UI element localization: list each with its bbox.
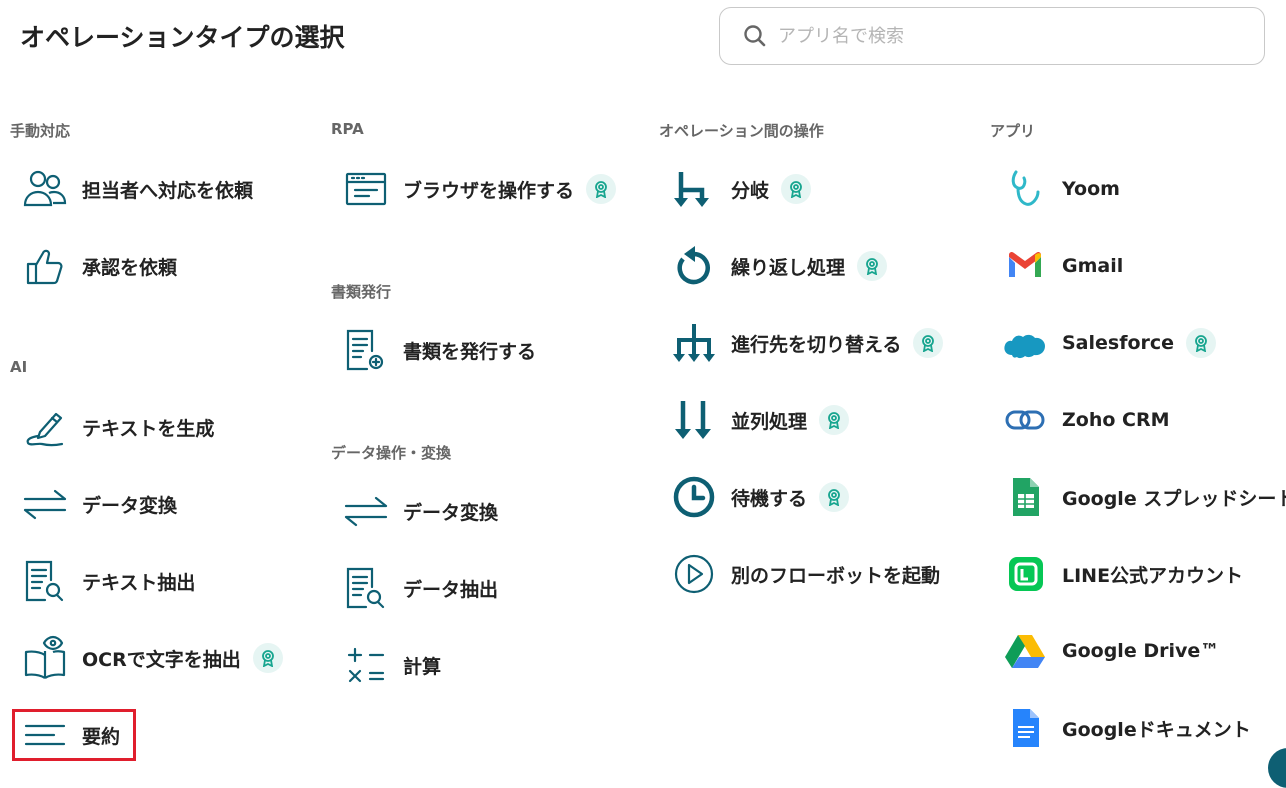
op-label: 書類を発行する — [403, 340, 537, 363]
op-data-convert[interactable]: データ変換 — [343, 485, 498, 537]
op-label: 進行先を切り替える — [731, 333, 902, 356]
calculator-icon — [343, 642, 389, 688]
app-label: LINE公式アカウント — [1062, 564, 1244, 587]
branch-icon — [671, 166, 717, 212]
app-label: Google スプレッドシート — [1062, 487, 1286, 510]
premium-badge-icon — [252, 643, 283, 673]
section-data-title: データ操作・変換 — [331, 444, 452, 462]
doc-plus-icon — [343, 327, 389, 373]
drive-logo-icon — [1002, 628, 1048, 674]
app-yoom[interactable]: Yoom — [1002, 163, 1120, 215]
premium-badge-icon — [819, 482, 850, 512]
op-label: OCRで文字を抽出 — [82, 648, 241, 671]
app-label: Salesforce — [1062, 332, 1175, 354]
search-box[interactable] — [719, 7, 1265, 65]
play-icon — [671, 551, 717, 597]
premium-badge-icon — [913, 328, 944, 358]
op-calculate[interactable]: 計算 — [343, 639, 441, 691]
op-label: 待機する — [731, 487, 808, 510]
op-request-assignee[interactable]: 担当者へ対応を依頼 — [22, 163, 253, 215]
section-ai-title: AI — [10, 358, 28, 376]
op-label: 承認を依頼 — [82, 256, 178, 279]
browser-icon — [343, 166, 389, 212]
op-data-extract[interactable]: データ抽出 — [343, 562, 498, 614]
app-google-drive[interactable]: Google Drive™ — [1002, 625, 1219, 677]
line-logo-icon — [1002, 551, 1048, 597]
op-ocr-extract[interactable]: OCRで文字を抽出 — [22, 632, 283, 684]
yoom-logo-icon — [1002, 166, 1048, 212]
search-input[interactable] — [776, 24, 1220, 48]
op-label: 繰り返し処理 — [731, 256, 846, 279]
op-label: テキストを生成 — [82, 417, 215, 440]
section-rpa-title: RPA — [331, 120, 364, 138]
thumbs-up-icon — [22, 243, 68, 289]
section-ops-title: オペレーション間の操作 — [659, 122, 824, 140]
op-label: ブラウザを操作する — [403, 179, 575, 202]
op-branch[interactable]: 分岐 — [671, 163, 812, 215]
app-label: Yoom — [1062, 178, 1120, 200]
arrows-exchange-icon — [22, 481, 68, 527]
zoho-logo-icon — [1002, 397, 1048, 443]
op-label: 担当者へ対応を依頼 — [82, 179, 254, 202]
app-line-official[interactable]: LINE公式アカウント — [1002, 548, 1243, 600]
op-issue-document[interactable]: 書類を発行する — [343, 324, 536, 376]
app-label: Googleドキュメント — [1062, 718, 1251, 741]
op-ai-data-convert[interactable]: データ変換 — [22, 478, 177, 530]
gmail-logo-icon — [1002, 243, 1048, 289]
op-label: 別のフローボットを起動 — [731, 564, 941, 587]
section-apps-title: アプリ — [990, 122, 1036, 140]
section-docs-title: 書類発行 — [331, 283, 392, 301]
switch-route-icon — [671, 320, 717, 366]
app-label: Zoho CRM — [1062, 409, 1170, 431]
doc-search-icon — [343, 565, 389, 611]
app-google-sheets[interactable]: Google スプレッドシート — [1002, 471, 1286, 523]
op-parallel[interactable]: 並列処理 — [671, 394, 850, 446]
salesforce-logo-icon — [1002, 320, 1048, 366]
op-launch-flowbot[interactable]: 別のフローボットを起動 — [671, 548, 940, 600]
op-label: 並列処理 — [731, 410, 808, 433]
app-gmail[interactable]: Gmail — [1002, 240, 1123, 292]
op-wait[interactable]: 待機する — [671, 471, 850, 523]
highlight-box — [12, 709, 136, 761]
app-label: Google Drive™ — [1062, 640, 1220, 662]
op-browser-operation[interactable]: ブラウザを操作する — [343, 163, 617, 215]
op-label: データ抽出 — [403, 578, 499, 601]
doc-search-icon — [22, 558, 68, 604]
op-loop[interactable]: 繰り返し処理 — [671, 240, 888, 292]
arrows-exchange-icon — [343, 488, 389, 534]
premium-badge-icon — [819, 405, 850, 435]
app-salesforce[interactable]: Salesforce — [1002, 317, 1217, 369]
app-google-docs[interactable]: Googleドキュメント — [1002, 702, 1251, 754]
app-label: Gmail — [1062, 255, 1124, 277]
page-title: オペレーションタイプの選択 — [20, 23, 345, 52]
help-button[interactable] — [1268, 748, 1286, 788]
app-zoho-crm[interactable]: Zoho CRM — [1002, 394, 1170, 446]
op-label: テキスト抽出 — [82, 571, 196, 594]
op-generate-text[interactable]: テキストを生成 — [22, 401, 214, 453]
people-icon — [22, 166, 68, 212]
section-manual-title: 手動対応 — [10, 122, 71, 140]
op-request-approval[interactable]: 承認を依頼 — [22, 240, 177, 292]
loop-icon — [671, 243, 717, 289]
pen-icon — [22, 404, 68, 450]
docs-logo-icon — [1002, 705, 1048, 751]
premium-badge-icon — [857, 251, 888, 281]
parallel-icon — [671, 397, 717, 443]
op-label: データ変換 — [82, 494, 178, 517]
premium-badge-icon — [1186, 328, 1217, 358]
op-switch-route[interactable]: 進行先を切り替える — [671, 317, 944, 369]
sheets-logo-icon — [1002, 474, 1048, 520]
premium-badge-icon — [586, 174, 617, 204]
op-extract-text[interactable]: テキスト抽出 — [22, 555, 195, 607]
premium-badge-icon — [781, 174, 812, 204]
book-eye-icon — [22, 635, 68, 681]
clock-icon — [671, 474, 717, 520]
search-icon — [744, 25, 766, 47]
op-label: データ変換 — [403, 501, 499, 524]
op-label: 計算 — [403, 655, 442, 678]
op-label: 分岐 — [731, 179, 770, 202]
